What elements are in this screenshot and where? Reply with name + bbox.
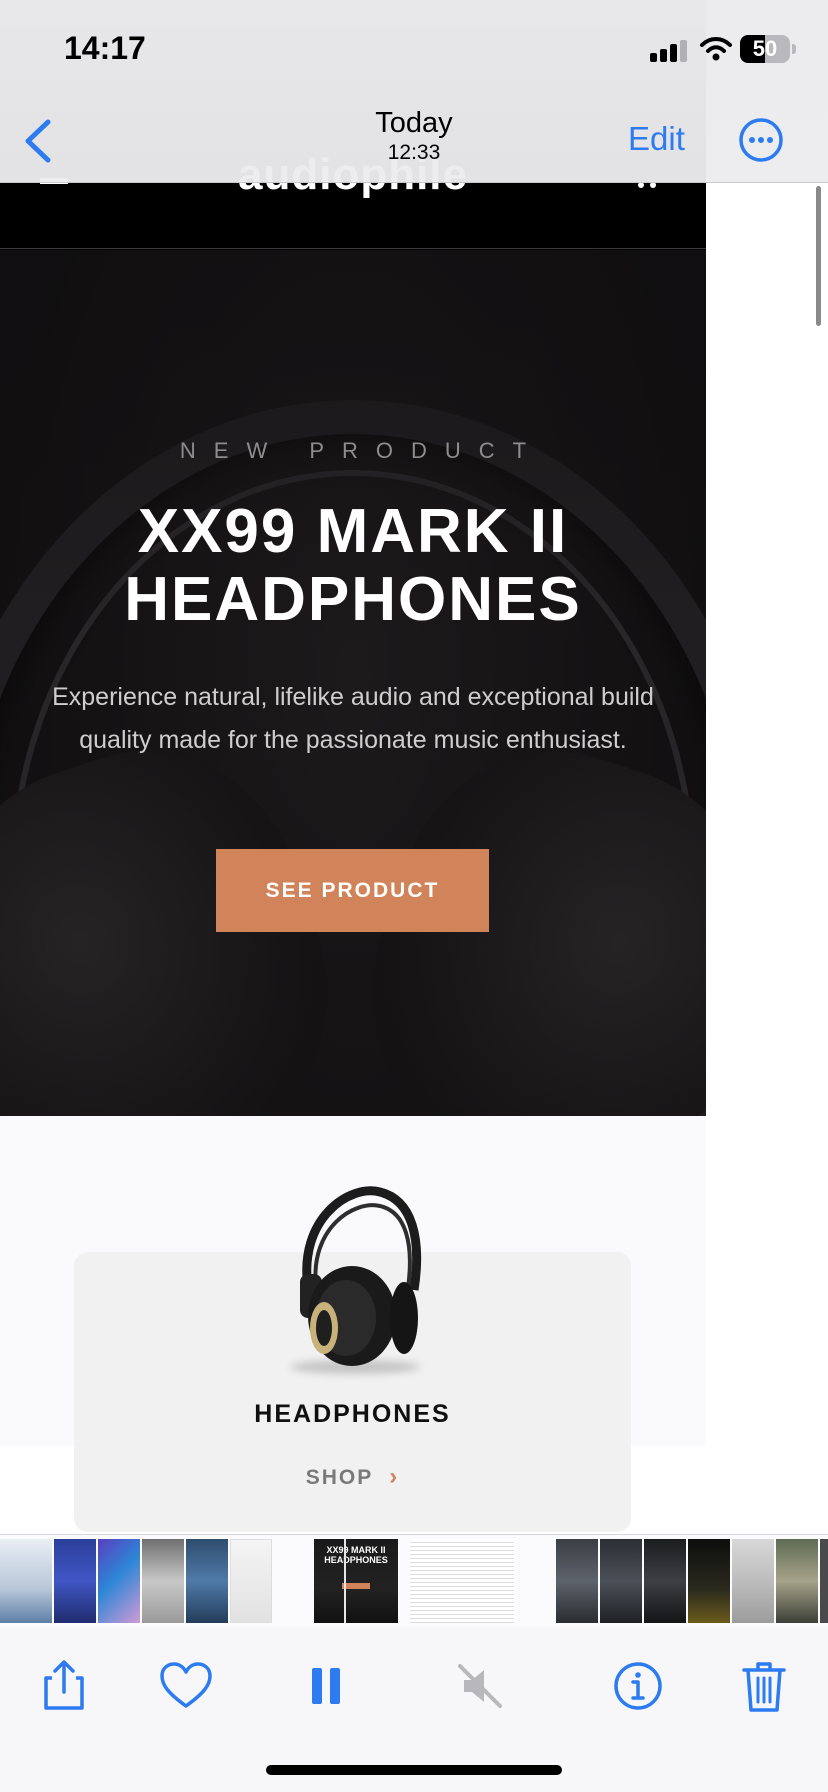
hero-overline: NEW PRODUCT: [179, 438, 545, 463]
thumbnail[interactable]: [410, 1539, 514, 1623]
thumbnail-title: XX99 MARK II HEADPHONES: [324, 1545, 388, 1565]
photos-top-bar: 14:17 50 Today 12:33 Edit: [0, 0, 828, 183]
mute-button[interactable]: [452, 1656, 512, 1716]
thumbnail[interactable]: [688, 1539, 730, 1623]
battery-icon: 50: [740, 35, 790, 63]
status-time: 14:17: [64, 30, 146, 66]
thumbnail[interactable]: [732, 1539, 774, 1623]
scroll-indicator[interactable]: [816, 186, 821, 326]
see-product-button[interactable]: SEE PRODUCT: [216, 849, 489, 932]
battery-level: 50: [752, 36, 778, 61]
nav-title-block: Today 12:33: [314, 106, 514, 166]
heart-icon: [160, 1662, 212, 1708]
thumbnail-strip[interactable]: XX99 MARK II HEADPHONES: [0, 1534, 828, 1626]
info-button[interactable]: [608, 1656, 668, 1716]
thumbnail[interactable]: [54, 1539, 96, 1623]
nav-subtitle: 12:33: [387, 141, 441, 164]
shop-link[interactable]: SHOP ›: [74, 1463, 631, 1491]
header-divider: [0, 248, 706, 249]
favorite-button[interactable]: [156, 1656, 216, 1716]
thumbnail[interactable]: [820, 1539, 828, 1623]
scrubber-line[interactable]: [344, 1539, 346, 1623]
more-options-button[interactable]: [738, 117, 784, 163]
cellular-signal-icon: [650, 38, 690, 62]
wifi-icon: [700, 37, 732, 61]
thumbnail-selected[interactable]: XX99 MARK II HEADPHONES: [314, 1539, 398, 1623]
share-icon: [44, 1660, 84, 1710]
battery-nub: [792, 44, 796, 54]
category-label: HEADPHONES: [254, 1400, 451, 1428]
hero-description: Experience natural, lifelike audio and e…: [52, 683, 654, 754]
thumbnail[interactable]: [186, 1539, 228, 1623]
chevron-right-icon: ›: [389, 1463, 400, 1490]
thumbnail[interactable]: [644, 1539, 686, 1623]
thumbnail[interactable]: [142, 1539, 184, 1623]
thumbnail[interactable]: [0, 1539, 52, 1623]
trash-icon: [742, 1662, 786, 1712]
hero-title-text: XX99 MARK II HEADPHONES: [124, 497, 582, 634]
thumbnail[interactable]: [230, 1539, 272, 1623]
thumbnail[interactable]: [556, 1539, 598, 1623]
shop-link-label: SHOP: [305, 1466, 374, 1489]
info-icon: [614, 1662, 662, 1710]
headphones-product-image: [300, 1186, 422, 1366]
delete-button[interactable]: [734, 1656, 794, 1716]
edit-button[interactable]: Edit: [628, 120, 685, 158]
pause-button[interactable]: [296, 1656, 356, 1716]
thumbnail[interactable]: [776, 1539, 818, 1623]
chevron-left-icon: [25, 119, 51, 163]
thumbnail[interactable]: [600, 1539, 642, 1623]
ellipsis-circle-icon: [739, 118, 783, 162]
home-indicator[interactable]: [266, 1765, 562, 1775]
back-button[interactable]: [18, 116, 58, 166]
hero-title: XX99 MARK II HEADPHONES: [0, 498, 706, 634]
thumbnail[interactable]: [98, 1539, 140, 1623]
pause-icon: [312, 1668, 340, 1704]
thumbnail-button-graphic: [342, 1583, 370, 1589]
share-button[interactable]: [34, 1656, 94, 1716]
nav-title: Today: [375, 107, 453, 139]
mute-icon: [458, 1664, 502, 1708]
